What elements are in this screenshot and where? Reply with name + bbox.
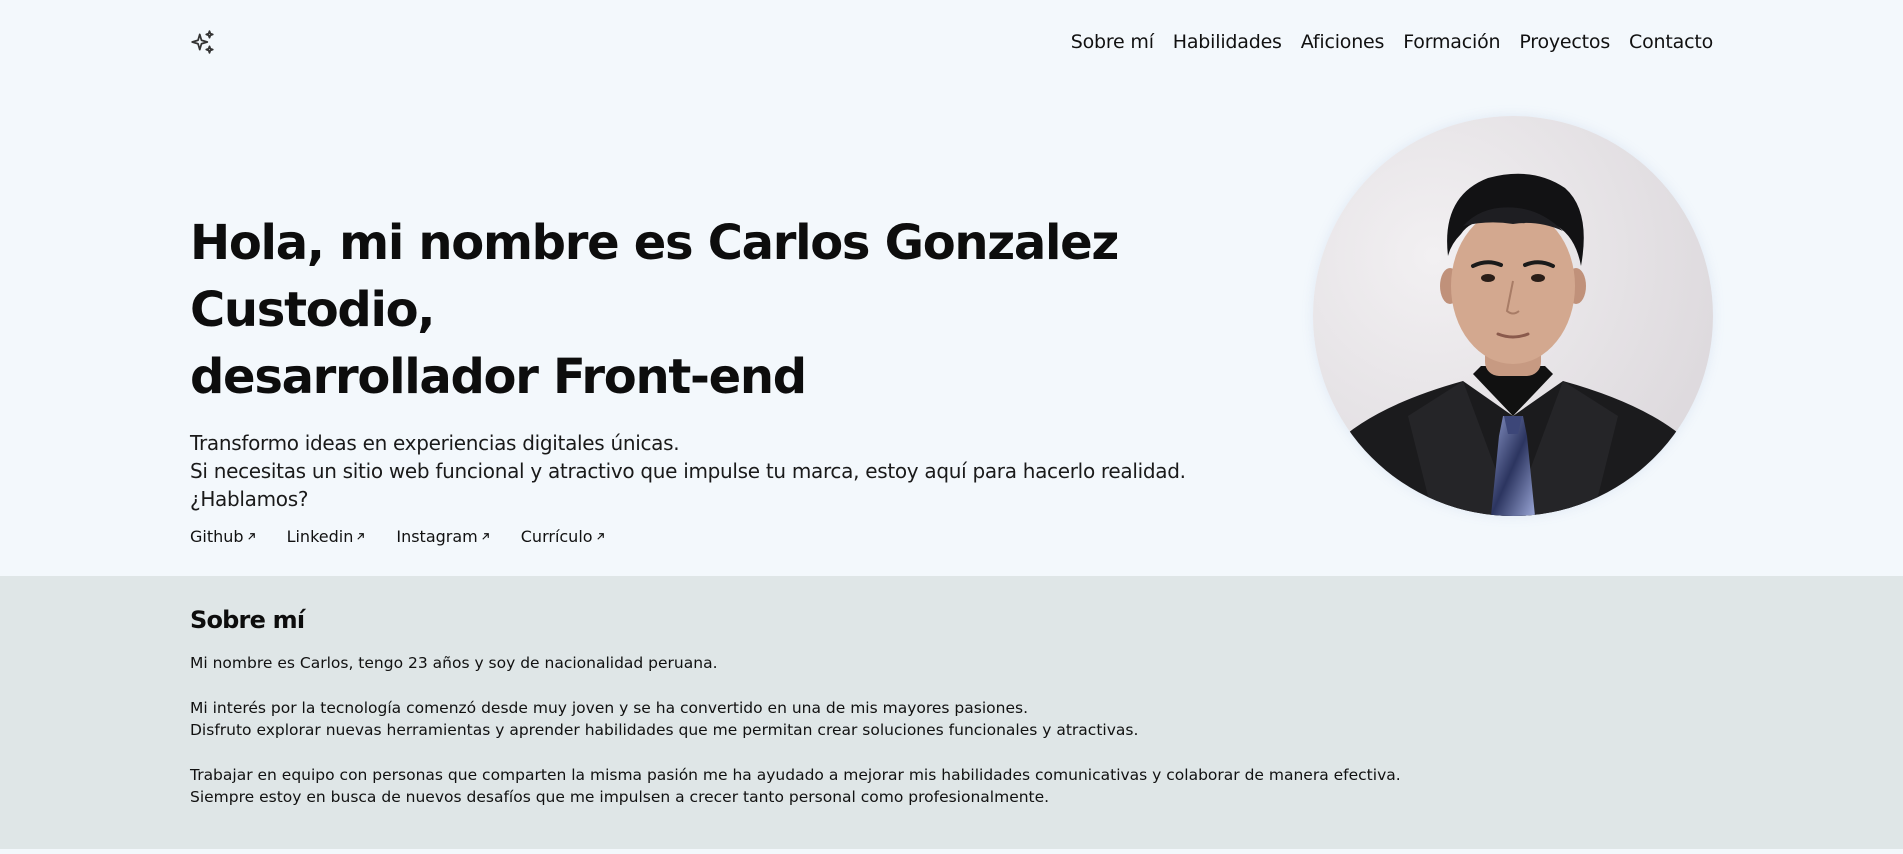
main-nav: Sobre mí Habilidades Aficiones Formación… [1071, 31, 1713, 53]
about-paragraph-3: Trabajar en equipo con personas que comp… [190, 764, 1490, 809]
linkedin-link-label: Linkedin [286, 527, 354, 546]
about-content: Sobre mí Mi nombre es Carlos, tengo 23 a… [190, 606, 1490, 809]
about-title: Sobre mí [190, 606, 305, 634]
about-p1-text: Mi nombre es Carlos, tengo 23 años y soy… [190, 654, 718, 672]
nav-link-proyectos[interactable]: Proyectos [1519, 31, 1610, 53]
about-paragraph-1: Mi nombre es Carlos, tengo 23 años y soy… [190, 652, 1490, 675]
github-link-label: Github [190, 527, 244, 546]
hero-title-line-1: Hola, mi nombre es Carlos Gonzalez Custo… [190, 215, 1119, 338]
arrow-up-right-icon [596, 533, 604, 540]
site-header: Sobre mí Habilidades Aficiones Formación… [190, 22, 1713, 62]
nav-link-contacto[interactable]: Contacto [1629, 31, 1713, 53]
instagram-link[interactable]: Instagram [396, 527, 490, 546]
hero-desc-line-2: Si necesitas un sitio web funcional y at… [190, 459, 1186, 511]
arrow-up-right-icon [247, 533, 255, 540]
hero-desc-line-1: Transformo ideas en experiencias digital… [190, 431, 680, 455]
curriculum-link[interactable]: Currículo [521, 527, 606, 546]
linkedin-link[interactable]: Linkedin [287, 527, 367, 546]
about-p3-line-2: Siempre estoy en busca de nuevos desafío… [190, 788, 1050, 806]
curriculum-link-label: Currículo [520, 527, 593, 546]
about-paragraph-2: Mi interés por la tecnología comenzó des… [190, 697, 1490, 742]
profile-photo [1313, 116, 1713, 516]
profile-photo-illustration [1313, 116, 1713, 516]
sparkles-icon[interactable] [190, 29, 216, 55]
hero-section: Hola, mi nombre es Carlos Gonzalez Custo… [190, 210, 1290, 546]
social-links: Github Linkedin Instagram Currículo [190, 527, 1290, 546]
nav-link-habilidades[interactable]: Habilidades [1173, 31, 1282, 53]
about-section: Sobre mí Mi nombre es Carlos, tengo 23 a… [0, 576, 1903, 849]
nav-link-formacion[interactable]: Formación [1403, 31, 1500, 53]
arrow-up-right-icon [357, 533, 365, 540]
hero-title-line-2: desarrollador Front-end [190, 349, 807, 405]
hero-title: Hola, mi nombre es Carlos Gonzalez Custo… [190, 210, 1290, 411]
about-p3-line-1: Trabajar en equipo con personas que comp… [190, 765, 1401, 784]
about-p2-line-1: Mi interés por la tecnología comenzó des… [190, 698, 1028, 717]
page: Sobre mí Habilidades Aficiones Formación… [0, 0, 1903, 854]
about-text: Mi nombre es Carlos, tengo 23 años y soy… [190, 652, 1490, 809]
arrow-up-right-icon [482, 533, 489, 540]
hero-description: Transformo ideas en experiencias digital… [190, 429, 1290, 513]
instagram-link-label: Instagram [396, 527, 478, 546]
nav-link-aficiones[interactable]: Aficiones [1301, 31, 1385, 53]
nav-link-sobre-mi[interactable]: Sobre mí [1071, 31, 1154, 53]
github-link[interactable]: Github [190, 527, 257, 546]
about-p2-line-2: Disfruto explorar nuevas herramientas y … [190, 721, 1139, 739]
